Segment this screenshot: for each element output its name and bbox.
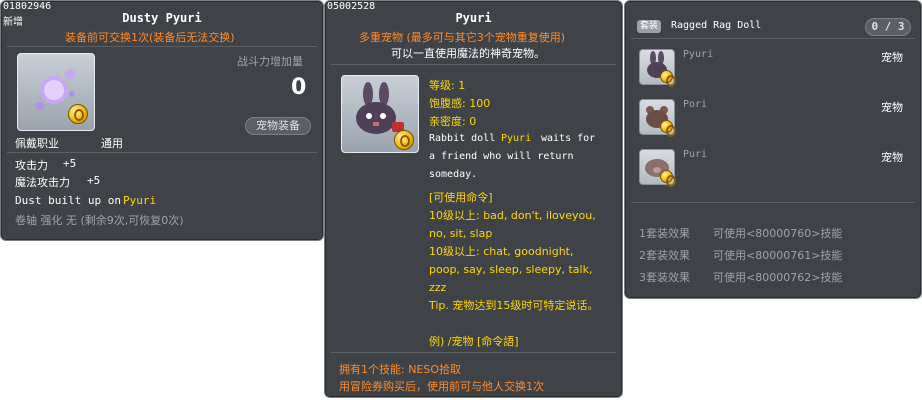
set-item-type: 宠物 [881, 151, 903, 164]
set-item-name: Pori [683, 99, 708, 110]
job-value: 通用 [101, 137, 123, 150]
command-line: 10级以上: bad, don't, iloveyou, no, sit, sl… [429, 209, 596, 240]
description-name: Pyuri [123, 194, 157, 207]
pet-level: 等级: 1 [429, 79, 466, 92]
coin-icon [68, 104, 88, 124]
divider [331, 64, 616, 65]
set-effect-label: 3套装效果 [639, 271, 690, 284]
stat-label: 魔法攻击力 [15, 176, 70, 189]
set-effect-value: 可使用<80000760>技能 [713, 227, 843, 240]
divider [631, 38, 915, 39]
set-effect-value: 可使用<80000761>技能 [713, 249, 843, 262]
item-title: Dusty Pyuri [122, 11, 202, 25]
scroll-enhance-line: 卷轴 强化 无 (剩余9次,可恢复0次) [15, 214, 184, 227]
description-name: Pyuri [501, 133, 532, 144]
item-icon-box [17, 53, 95, 131]
coin-icon [660, 170, 676, 187]
description-text: Dust built up on [15, 194, 121, 207]
description-text: someday. [429, 169, 478, 180]
set-item-row: Pyuri 宠物 [625, 49, 921, 87]
multi-pet-note: 多重宠物 (最多可与其它3个宠物重复使用) [359, 31, 566, 44]
coin-icon [660, 70, 676, 87]
pet-fullness: 饱腹感: 100 [429, 97, 491, 110]
power-label: 战斗力增加量 [237, 55, 303, 68]
command-line: 10级以上: chat, goodnight, poop, say, sleep… [429, 245, 593, 294]
set-item-name: Puri [683, 149, 708, 160]
pyuri-icon [639, 49, 676, 87]
item-title: Pyuri [455, 11, 492, 25]
divider [631, 202, 915, 203]
pet-icon-box [341, 75, 419, 153]
description-text: waits for [541, 133, 596, 144]
set-effect-label: 2套装效果 [639, 249, 690, 262]
power-value: 0 [291, 75, 307, 100]
pet-equip-button[interactable]: 宠物装备 [245, 117, 311, 135]
equip-tooltip-panel: 01802946 新增 Dusty Pyuri 装备前可交换1次(装备后无法交换… [0, 0, 324, 241]
pet-tooltip-panel: 05002528 Pyuri 多重宠物 (最多可与其它3个宠物重复使用) 可以一… [324, 0, 623, 398]
set-badge: 套装 [637, 20, 661, 33]
set-tooltip-panel: 套装 Ragged Rag Doll 0 / 3 Pyuri 宠物 Pori 宠… [624, 0, 922, 299]
set-item-row: Pori 宠物 [625, 99, 921, 137]
set-effect-label: 1套装效果 [639, 227, 690, 240]
description-text: Rabbit doll [429, 133, 496, 144]
command-header: [可使用命令] [429, 191, 493, 204]
set-item-type: 宠物 [881, 51, 903, 64]
set-item-type: 宠物 [881, 101, 903, 114]
stat-value: +5 [87, 174, 101, 187]
pet-description: 可以一直使用魔法的神奇宠物。 [391, 47, 545, 60]
divider [331, 352, 616, 353]
puri-icon [639, 149, 676, 187]
pori-icon [639, 99, 676, 137]
example-line: 例) /宠物 [命令語] [429, 335, 519, 348]
tip-line: Tip. 宠物达到15级时可特定说话。 [429, 299, 599, 312]
stat-label: 攻击力 [15, 159, 48, 172]
set-count: 0 / 3 [865, 18, 911, 36]
skill-line: 拥有1个技能: NESO拾取 [339, 363, 462, 376]
set-effect-value: 可使用<80000762>技能 [713, 271, 843, 284]
pet-closeness: 亲密度: 0 [429, 115, 477, 128]
set-name: Ragged Rag Doll [671, 20, 762, 31]
coin-icon [660, 120, 676, 137]
set-item-name: Pyuri [683, 49, 714, 60]
coin-icon [394, 130, 414, 150]
divider [7, 46, 317, 47]
divider [7, 152, 317, 153]
trade-line: 用冒险券购买后，使用前可与他人交换1次 [339, 380, 544, 393]
description-text: a friend who will return [429, 151, 574, 162]
trade-note: 装备前可交换1次(装备后无法交换) [65, 31, 235, 44]
job-label: 佩戴职业 [15, 137, 59, 150]
stat-value: +5 [63, 157, 77, 170]
set-item-row: Puri 宠物 [625, 149, 921, 187]
